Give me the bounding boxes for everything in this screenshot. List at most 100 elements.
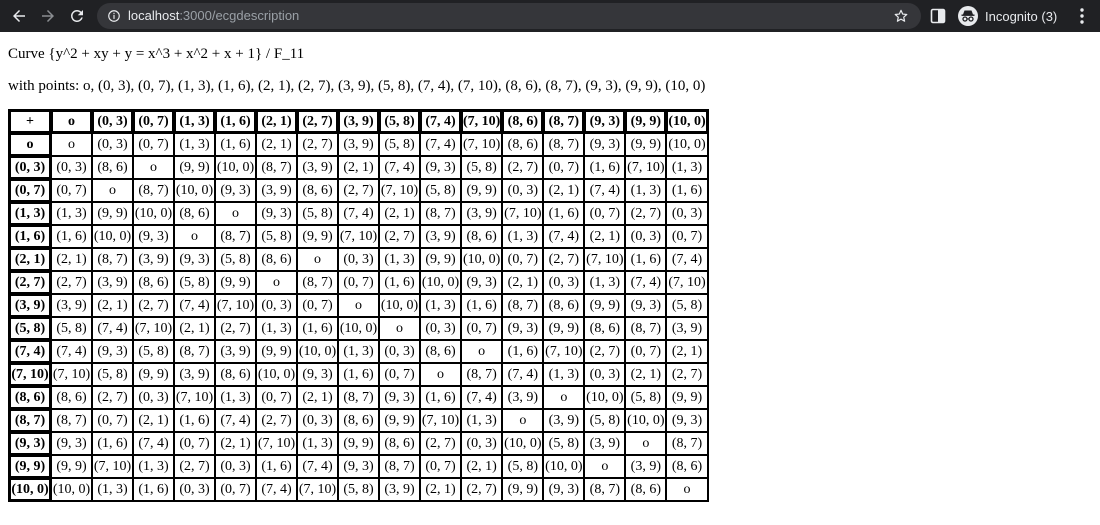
table-cell: (3, 9) — [338, 133, 379, 156]
table-cell: (5, 8) — [666, 294, 708, 317]
table-cell: (8, 7) — [584, 478, 626, 501]
table-row: (0, 3) (0, 3) (8, 6) o (9, 9) (10, 0) (8, 7) (3… — [9, 156, 708, 179]
table-cell: (8, 7) — [256, 156, 297, 179]
table-cell: (9, 9) — [174, 156, 215, 179]
table-cell: (2, 7) — [51, 271, 92, 294]
table-cell: (3, 9) — [379, 478, 420, 501]
table-cell: (7, 10) — [133, 317, 174, 340]
address-bar[interactable]: localhost:3000/ecgdescription — [97, 3, 921, 29]
table-cell: (1, 3) — [543, 363, 585, 386]
column-header: (0, 3) — [92, 110, 133, 133]
table-cell: (9, 9) — [133, 363, 174, 386]
table-cell: (8, 7) — [625, 317, 667, 340]
table-cell: (2, 1) — [51, 248, 92, 271]
table-cell: (2, 1) — [338, 156, 379, 179]
table-cell: (2, 7) — [174, 455, 215, 478]
incognito-icon — [958, 6, 978, 26]
menu-icon[interactable] — [1075, 7, 1089, 25]
table-cell: (3, 9) — [297, 156, 338, 179]
row-header: o — [9, 133, 51, 156]
table-cell: (5, 8) — [625, 386, 667, 409]
url-text[interactable]: localhost:3000/ecgdescription — [128, 8, 299, 23]
column-header: (7, 10) — [461, 110, 503, 133]
table-cell: o — [51, 133, 92, 156]
table-row: o o (0, 3) (0, 7) (1, 3) (1, 6) (2, 1) (2, 7) (3… — [9, 133, 708, 156]
row-header: (7, 10) — [9, 363, 51, 386]
table-cell: (0, 3) — [543, 271, 585, 294]
table-cell: (7, 4) — [625, 271, 667, 294]
table-cell: (9, 9) — [92, 202, 133, 225]
table-cell: (3, 9) — [543, 409, 585, 432]
table-cell: (1, 3) — [51, 202, 92, 225]
table-cell: (8, 7) — [543, 133, 585, 156]
table-cell: (9, 9) — [51, 455, 92, 478]
table-cell: (7, 10) — [51, 363, 92, 386]
table-cell: (0, 7) — [461, 317, 503, 340]
table-cell: (1, 6) — [461, 294, 503, 317]
star-icon[interactable] — [893, 8, 909, 24]
row-header: (9, 9) — [9, 455, 51, 478]
table-cell: (3, 9) — [51, 294, 92, 317]
back-button[interactable] — [5, 2, 33, 30]
table-cell: (1, 6) — [379, 271, 420, 294]
info-icon[interactable] — [107, 9, 121, 23]
table-cell: (9, 9) — [666, 386, 708, 409]
table-cell: o — [297, 248, 338, 271]
table-cell: (7, 4) — [461, 386, 503, 409]
table-cell: (1, 6) — [584, 156, 626, 179]
table-cell: (9, 3) — [461, 271, 503, 294]
forward-button[interactable] — [34, 2, 62, 30]
table-cell: (9, 3) — [174, 248, 215, 271]
row-header: (8, 6) — [9, 386, 51, 409]
table-cell: (9, 9) — [625, 133, 667, 156]
table-cell: (0, 3) — [256, 294, 297, 317]
side-panel-icon[interactable] — [930, 8, 946, 24]
row-header: (2, 7) — [9, 271, 51, 294]
table-cell: (9, 3) — [51, 432, 92, 455]
table-cell: (10, 0) — [51, 478, 92, 501]
table-row: (8, 7) (8, 7) (0, 7) (2, 1) (1, 6) (7, 4) (2, … — [9, 409, 708, 432]
column-header: (2, 1) — [256, 110, 297, 133]
table-cell: o — [666, 478, 708, 501]
table-cell: (5, 8) — [543, 432, 585, 455]
table-cell: o — [420, 363, 461, 386]
table-row: (3, 9) (3, 9) (2, 1) (2, 7) (7, 4) (7, 10) (0,… — [9, 294, 708, 317]
table-cell: (1, 3) — [625, 179, 667, 202]
column-header: (5, 8) — [379, 110, 420, 133]
table-cell: (9, 9) — [584, 294, 626, 317]
table-cell: (5, 8) — [379, 133, 420, 156]
table-cell: o — [256, 271, 297, 294]
table-cell: (0, 7) — [584, 202, 626, 225]
table-cell: (1, 6) — [92, 432, 133, 455]
table-cell: (9, 3) — [666, 409, 708, 432]
table-cell: (2, 1) — [215, 432, 256, 455]
reload-button[interactable] — [63, 2, 91, 30]
table-cell: (0, 3) — [379, 340, 420, 363]
row-header: (10, 0) — [9, 478, 51, 501]
table-cell: (7, 4) — [584, 179, 626, 202]
column-header: (1, 3) — [174, 110, 215, 133]
table-cell: (9, 9) — [256, 340, 297, 363]
table-cell: (1, 3) — [379, 248, 420, 271]
column-header: o — [51, 110, 92, 133]
row-header: (3, 9) — [9, 294, 51, 317]
table-cell: (10, 0) — [625, 409, 667, 432]
table-cell: (3, 9) — [502, 386, 544, 409]
corner-cell: + — [9, 110, 51, 133]
table-cell: (2, 7) — [420, 432, 461, 455]
table-cell: (7, 4) — [379, 156, 420, 179]
table-cell: (8, 6) — [297, 179, 338, 202]
incognito-indicator[interactable]: Incognito (3) — [958, 5, 1057, 27]
table-cell: (10, 0) — [174, 179, 215, 202]
table-cell: (2, 7) — [502, 156, 544, 179]
table-cell: (3, 9) — [584, 432, 626, 455]
table-cell: (9, 3) — [215, 179, 256, 202]
table-row: (9, 9) (9, 9) (7, 10) (1, 3) (2, 7) (0, 3) (1,… — [9, 455, 708, 478]
table-body: o o (0, 3) (0, 7) (1, 3) (1, 6) (2, 1) (2, 7) (3… — [9, 133, 708, 501]
table-row: (0, 7) (0, 7) o (8, 7) (10, 0) (9, 3) (3, 9) (8… — [9, 179, 708, 202]
table-cell: (0, 3) — [174, 478, 215, 501]
table-cell: (3, 9) — [92, 271, 133, 294]
column-header: (3, 9) — [338, 110, 379, 133]
table-cell: (10, 0) — [297, 340, 338, 363]
table-cell: (2, 7) — [666, 363, 708, 386]
